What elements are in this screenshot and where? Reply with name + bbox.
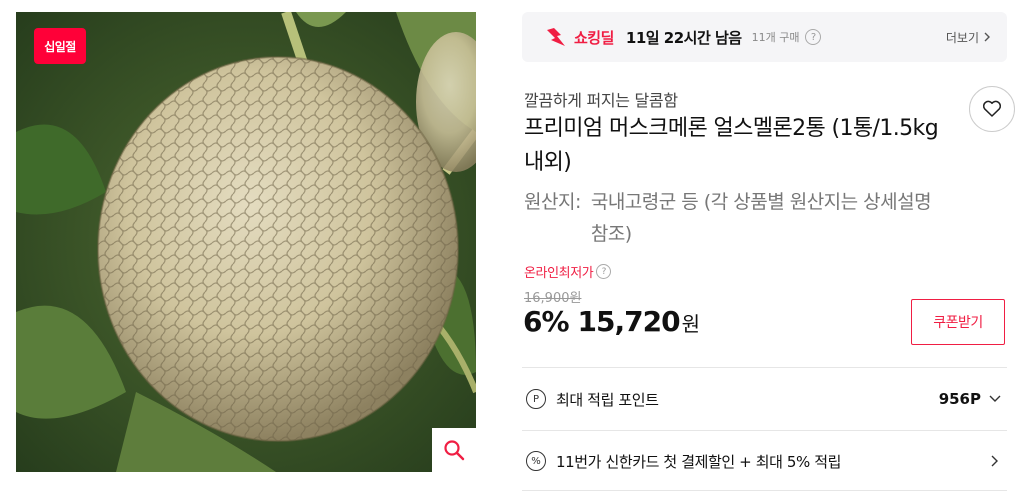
divider: [522, 490, 1007, 491]
lowest-price-label: 온라인최저가 ?: [524, 262, 612, 281]
lowest-price-text: 온라인최저가: [524, 266, 594, 281]
origin-label: 원산지:: [524, 191, 581, 213]
currency-unit: 원: [681, 312, 701, 336]
price-row: 6% 15,720 원: [523, 305, 700, 338]
deal-more-link[interactable]: 더보기: [946, 29, 991, 46]
chevron-right-icon: [989, 455, 1001, 467]
chevron-right-icon: [984, 32, 990, 42]
deal-purchase-count: 11개 구매: [751, 31, 800, 44]
original-price: 16,900원: [524, 291, 582, 306]
deal-time-remaining: 11일 22시간 남음: [625, 28, 742, 47]
deal-more-label: 더보기: [945, 30, 979, 45]
zoom-button[interactable]: [432, 428, 476, 472]
discount-rate: 6%: [523, 305, 570, 338]
origin-info: 원산지: 국내고령군 등 (각 상품별 원산지는 상세설명 참조): [524, 186, 944, 250]
max-points-value: 956P: [938, 390, 981, 408]
11th-day-badge: 십일절: [34, 28, 86, 64]
card-discount-label: 11번가 신한카드 첫 결제할인 + 최대 5% 적립: [556, 452, 842, 471]
product-subtitle: 깔끔하게 퍼지는 달콤함: [524, 91, 678, 110]
sale-price: 15,720: [577, 305, 681, 338]
wishlist-button[interactable]: [969, 86, 1015, 132]
max-points-row[interactable]: P 최대 적립 포인트 956P: [522, 370, 1007, 428]
search-icon: [444, 440, 465, 461]
help-icon[interactable]: ?: [805, 29, 822, 45]
product-image[interactable]: 십일절: [16, 12, 476, 472]
points-icon: P: [526, 389, 546, 409]
percent-icon: %: [526, 451, 546, 471]
max-points-label: 최대 적립 포인트: [556, 390, 659, 409]
origin-value: 국내고령군 등 (각 상품별 원산지는 상세설명 참조): [590, 191, 932, 245]
divider: [522, 430, 1007, 431]
deal-label: 쇼킹딜: [574, 28, 614, 47]
chevron-down-icon: [989, 393, 1001, 405]
divider: [522, 367, 1007, 368]
card-discount-row[interactable]: % 11번가 신한카드 첫 결제할인 + 최대 5% 적립: [522, 432, 1007, 490]
product-title: 프리미엄 머스크메론 얼스멜론2통 (1통/1.5kg내외): [524, 116, 939, 175]
heart-icon: [982, 100, 1002, 117]
get-coupon-button[interactable]: 쿠폰받기: [911, 299, 1005, 345]
melon-photo: [16, 12, 476, 472]
shocking-deal-icon: [547, 28, 565, 46]
help-icon[interactable]: ?: [596, 264, 612, 279]
shocking-deal-bar: 쇼킹딜 11일 22시간 남음 11개 구매 ? 더보기: [522, 12, 1007, 62]
